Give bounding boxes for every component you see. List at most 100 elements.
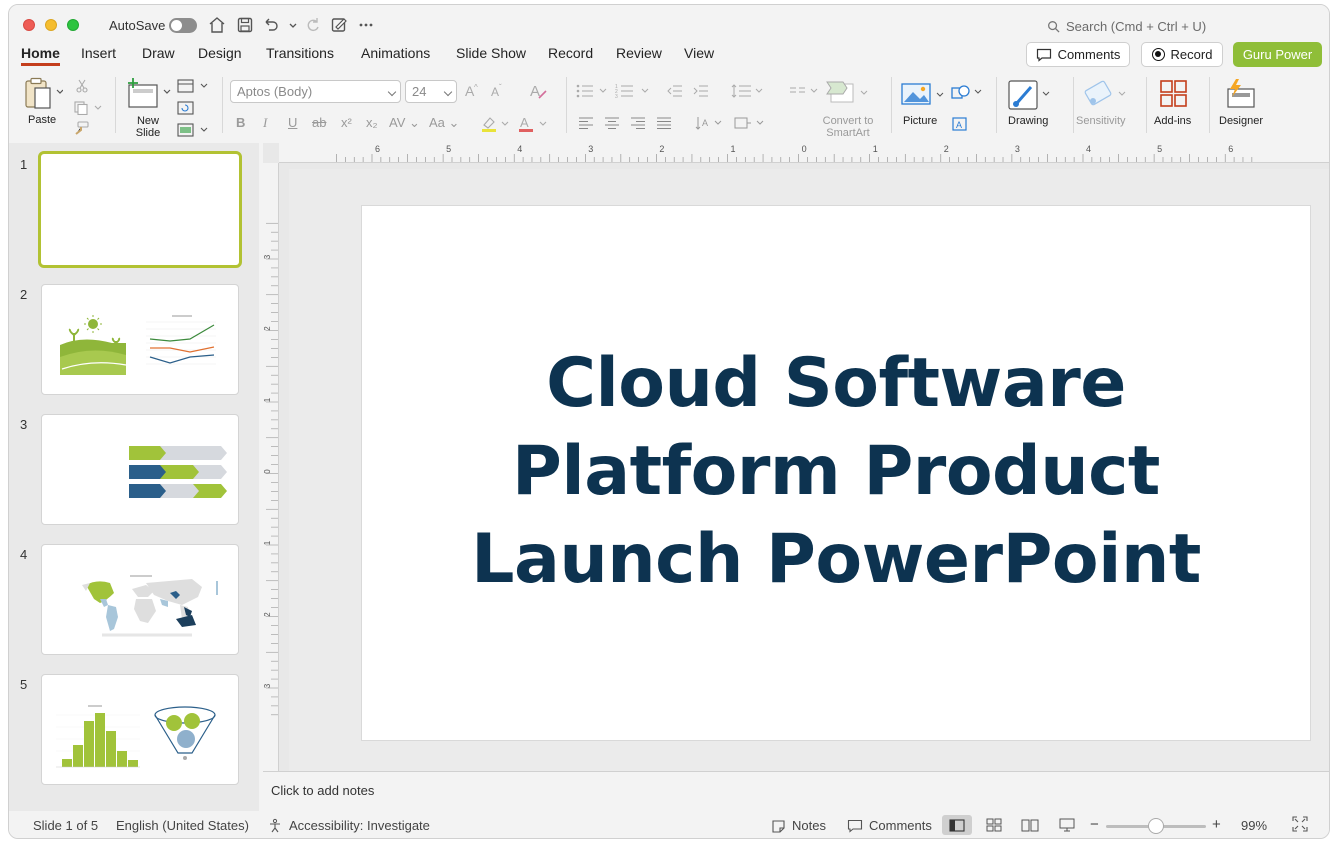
language-indicator[interactable]: English (United States) — [116, 818, 249, 833]
format-painter-icon[interactable] — [73, 121, 89, 138]
numbering-icon[interactable]: 123 — [615, 83, 651, 102]
align-text-icon[interactable] — [733, 115, 769, 134]
paste-icon[interactable] — [23, 77, 64, 114]
change-case-icon[interactable]: Aa ⌄ — [429, 115, 459, 131]
designer-icon[interactable] — [1224, 77, 1258, 112]
guru-power-button[interactable]: Guru Power — [1233, 42, 1322, 67]
slide-5-preview — [56, 705, 216, 768]
zoom-slider-thumb[interactable] — [1148, 818, 1164, 834]
home-icon[interactable] — [207, 15, 227, 35]
font-name-select[interactable]: Aptos (Body) — [230, 80, 401, 103]
clear-formatting-icon[interactable]: A — [529, 82, 549, 103]
section-icon[interactable] — [177, 123, 209, 140]
slide-sorter-button[interactable] — [979, 815, 1009, 835]
tab-transitions[interactable]: Transitions — [266, 45, 334, 66]
font-size-select[interactable]: 24 — [405, 80, 457, 103]
picture-label: Picture — [903, 115, 938, 127]
align-right-icon[interactable] — [630, 116, 646, 133]
notes-pane[interactable]: Click to add notes — [263, 771, 1329, 811]
tab-design[interactable]: Design — [198, 45, 242, 66]
zoom-out-icon[interactable]: − — [1090, 816, 1099, 833]
save-icon[interactable] — [235, 15, 255, 35]
slide-title[interactable]: Cloud Software Platform Product Launch P… — [362, 340, 1310, 604]
new-slide-icon[interactable] — [127, 77, 173, 114]
align-center-icon[interactable] — [604, 116, 620, 133]
accessibility-checker[interactable]: Accessibility: Investigate — [268, 818, 430, 833]
subscript-icon[interactable]: x₂ — [366, 115, 378, 130]
shapes-icon[interactable] — [951, 83, 985, 104]
slide-thumbnail-4[interactable] — [41, 544, 239, 655]
current-slide[interactable]: Cloud Software Platform Product Launch P… — [362, 206, 1310, 740]
slide-thumbnail-1[interactable] — [38, 151, 242, 268]
redo-icon[interactable] — [303, 15, 323, 35]
close-window-button[interactable] — [23, 19, 35, 31]
minimize-window-button[interactable] — [45, 19, 57, 31]
justify-icon[interactable] — [656, 116, 672, 133]
undo-dropdown-icon[interactable] — [283, 15, 297, 35]
autosave-toggle[interactable] — [169, 18, 197, 33]
italic-icon[interactable]: I — [263, 115, 267, 131]
strikethrough-icon[interactable]: ab — [312, 115, 326, 130]
slide-thumbnail-3[interactable] — [41, 414, 239, 525]
designer-label: Designer — [1219, 115, 1264, 127]
record-button[interactable]: Record — [1141, 42, 1223, 67]
horizontal-ruler[interactable]: 6 5 4 3 2 1 0 1 2 3 4 5 6 — [279, 143, 1329, 163]
tab-home[interactable]: Home — [21, 45, 60, 66]
superscript-icon[interactable]: x² — [341, 115, 352, 130]
cut-icon[interactable] — [75, 79, 89, 96]
tab-review[interactable]: Review — [616, 45, 662, 66]
chevron-down-icon — [387, 87, 397, 97]
status-bar: Slide 1 of 5 English (United States) Acc… — [9, 811, 1329, 838]
add-ins-icon[interactable] — [1159, 79, 1189, 112]
zoom-in-icon[interactable]: + — [1212, 816, 1221, 833]
vertical-ruler[interactable]: 3 2 1 0 1 2 3 — [263, 163, 279, 771]
copy-icon[interactable] — [73, 101, 103, 118]
ruler-label: 3 — [263, 683, 272, 688]
line-spacing-icon[interactable] — [731, 83, 765, 102]
tab-record[interactable]: Record — [548, 45, 593, 66]
tab-view[interactable]: View — [684, 45, 714, 66]
normal-view-button[interactable] — [942, 815, 972, 835]
zoom-level[interactable]: 99% — [1241, 818, 1267, 833]
slide-title-line: Platform Product — [512, 432, 1160, 511]
picture-icon[interactable] — [901, 81, 947, 110]
slideshow-quick-icon[interactable] — [329, 15, 349, 35]
slide-thumbnail-5[interactable] — [41, 674, 239, 785]
layout-icon[interactable] — [177, 79, 209, 96]
text-direction-icon[interactable]: A — [695, 115, 727, 134]
search-placeholder: Search (Cmd + Ctrl + U) — [1066, 19, 1207, 34]
tab-slide-show[interactable]: Slide Show — [456, 45, 526, 66]
font-color-icon[interactable]: A — [518, 115, 550, 136]
zoom-window-button[interactable] — [67, 19, 79, 31]
align-left-icon[interactable] — [578, 116, 594, 133]
comments-toggle[interactable]: Comments — [847, 818, 932, 833]
search-box[interactable]: Search (Cmd + Ctrl + U) — [1047, 19, 1206, 34]
slide-show-button[interactable] — [1052, 815, 1082, 835]
highlight-icon[interactable] — [480, 115, 512, 136]
comments-button[interactable]: Comments — [1026, 42, 1130, 67]
drawing-icon[interactable] — [1007, 79, 1053, 114]
bold-icon[interactable]: B — [236, 115, 245, 130]
tab-draw[interactable]: Draw — [142, 45, 175, 66]
bullets-icon[interactable] — [575, 83, 609, 102]
undo-icon[interactable] — [261, 15, 281, 35]
columns-icon[interactable] — [789, 83, 819, 102]
fit-to-window-button[interactable] — [1292, 816, 1308, 835]
ruler-label: 4 — [1086, 144, 1091, 154]
sensitivity-icon[interactable] — [1083, 79, 1129, 114]
increase-indent-icon[interactable] — [693, 83, 709, 102]
underline-icon[interactable]: U — [288, 115, 297, 130]
slide-thumbnail-2[interactable] — [41, 284, 239, 395]
reading-view-button[interactable] — [1015, 815, 1045, 835]
tab-insert[interactable]: Insert — [81, 45, 116, 66]
smartart-icon[interactable] — [825, 80, 871, 109]
tab-animations[interactable]: Animations — [361, 45, 430, 66]
more-icon[interactable] — [356, 15, 376, 35]
text-box-icon[interactable]: A — [951, 116, 969, 135]
character-spacing-icon[interactable]: AV ⌄ — [389, 115, 420, 131]
decrease-indent-icon[interactable] — [667, 83, 683, 102]
notes-toggle[interactable]: Notes — [771, 818, 826, 833]
autosave-label: AutoSave — [109, 18, 166, 33]
reset-slide-icon[interactable] — [177, 101, 195, 118]
increase-font-icon[interactable]: A ^ A ˇ — [465, 83, 515, 102]
